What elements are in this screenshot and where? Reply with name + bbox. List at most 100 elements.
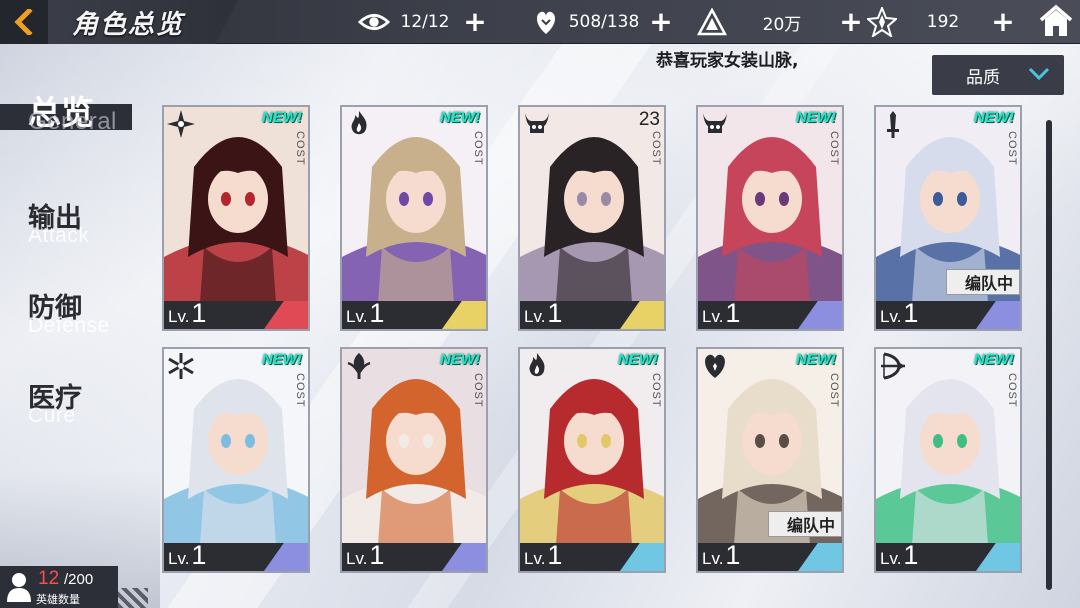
hero-count-current: 12 [38, 568, 60, 589]
add-affection-button[interactable]: + [646, 7, 676, 37]
nav-tab-sublabel: Defense [28, 314, 110, 337]
cost-label: COST [828, 373, 840, 408]
level-prefix: Lv. [168, 307, 190, 326]
level-prefix: Lv. [346, 549, 368, 568]
quality-filter-label: 品质 [966, 67, 1000, 88]
cost-label: COST [472, 373, 484, 408]
cost-label: COST [294, 373, 306, 408]
hero-count-panel: 12 /200 英雄数量 [0, 566, 118, 608]
add-gold-button[interactable]: + [836, 7, 866, 37]
cost-label: COST [472, 131, 484, 166]
new-badge: NEW! [262, 109, 302, 126]
resource-value: 192 [926, 12, 960, 32]
cost-label: COST [650, 373, 662, 408]
new-badge: NEW! [974, 351, 1014, 368]
new-badge: NEW! [618, 351, 658, 368]
new-badge: NEW! [262, 351, 302, 368]
announcement-marquee: 恭喜玩家女装山脉, [656, 51, 799, 71]
new-badge: NEW! [796, 109, 836, 126]
level-value: 1 [547, 298, 563, 328]
level-label: Lv.1 [880, 298, 918, 329]
top-bar: 角色总览 12/12 + 508/138 + 20万 + 192 + [0, 0, 1080, 44]
level-label: Lv.1 [346, 298, 384, 329]
character-card[interactable]: NEW! COST Lv.1 [340, 105, 488, 331]
home-icon [1039, 4, 1073, 36]
level-label: Lv.1 [702, 540, 740, 571]
horned-skull-icon [698, 107, 732, 141]
level-value: 1 [191, 540, 207, 570]
character-card[interactable]: NEW! COST Lv.1 [518, 347, 666, 573]
character-card[interactable]: NEW! COST 编队中 Lv.1 [696, 347, 844, 573]
level-label: Lv.1 [702, 298, 740, 329]
heart-hand-icon [530, 6, 562, 38]
new-badge: NEW! [440, 351, 480, 368]
new-badge: NEW! [974, 109, 1014, 126]
nav-tab-sublabel: General [28, 108, 117, 135]
decorative-checker [118, 588, 148, 608]
character-card[interactable]: NEW! COST Lv.1 [162, 105, 310, 331]
page-title: 角色总览 [72, 10, 185, 40]
leaf-icon [342, 349, 376, 383]
nav-tab-cure[interactable]: 医疗 Cure [0, 376, 150, 432]
character-card[interactable]: NEW! COST Lv.1 [874, 347, 1022, 573]
horned-skull-icon [520, 107, 554, 141]
new-badge: NEW! [440, 109, 480, 126]
in-team-tag: 编队中 [945, 269, 1020, 295]
level-prefix: Lv. [346, 307, 368, 326]
resource-value: 12/12 [400, 12, 450, 32]
level-prefix: Lv. [168, 549, 190, 568]
level-prefix: Lv. [880, 307, 902, 326]
nav-tab-general[interactable]: 总览 General [0, 92, 150, 152]
level-value: 1 [725, 298, 741, 328]
nav-tab-sublabel: Attack [28, 224, 90, 247]
character-card[interactable]: 23 COST Lv.1 [518, 105, 666, 331]
new-badge: NEW! [796, 351, 836, 368]
in-team-tag: 编队中 [767, 511, 842, 537]
resource-affection: 508/138 + [530, 0, 676, 44]
level-label: Lv.1 [524, 540, 562, 571]
character-card[interactable]: NEW! COST Lv.1 [340, 347, 488, 573]
scrollbar-thumb[interactable] [1046, 120, 1052, 590]
level-prefix: Lv. [524, 307, 546, 326]
hero-count-caption: 英雄数量 [36, 593, 80, 606]
resource-stamina: 12/12 + [358, 0, 490, 44]
add-gems-button[interactable]: + [988, 7, 1018, 37]
character-card[interactable]: NEW! COST Lv.1 [162, 347, 310, 573]
cost-value: 23 [638, 109, 660, 130]
flame-icon [520, 349, 554, 383]
level-label: Lv.1 [524, 298, 562, 329]
nav-tab-attack[interactable]: 输出 Attack [0, 196, 150, 252]
cost-label: COST [1006, 373, 1018, 408]
home-button[interactable] [1038, 4, 1074, 40]
resource-gems: 192 + [866, 0, 1018, 44]
cost-label: COST [294, 131, 306, 166]
cost-label: COST [1006, 131, 1018, 166]
level-prefix: Lv. [524, 549, 546, 568]
level-label: Lv.1 [880, 540, 918, 571]
cost-label: COST [650, 131, 662, 166]
resource-gold: 20万 + [696, 0, 866, 44]
resource-value: 20万 [762, 14, 802, 35]
level-value: 1 [547, 540, 563, 570]
character-card[interactable]: NEW! COST Lv.1 [696, 105, 844, 331]
nav-tab-defense[interactable]: 防御 Defense [0, 286, 150, 342]
eye-icon [358, 6, 390, 38]
person-icon [7, 573, 31, 602]
level-label: Lv.1 [168, 298, 206, 329]
cost-label: COST [828, 131, 840, 166]
add-stamina-button[interactable]: + [460, 7, 490, 37]
level-prefix: Lv. [880, 549, 902, 568]
level-value: 1 [725, 540, 741, 570]
nav-tab-sublabel: Cure [28, 404, 76, 427]
back-arrow-icon [14, 9, 33, 35]
level-value: 1 [903, 298, 919, 328]
pyramid-coin-icon [696, 6, 728, 38]
resource-value: 508/138 [568, 12, 640, 32]
back-button[interactable] [0, 0, 48, 44]
character-card[interactable]: NEW! COST 编队中 Lv.1 [874, 105, 1022, 331]
shuriken-icon [164, 107, 198, 141]
chevron-down-icon [1028, 67, 1050, 81]
level-prefix: Lv. [702, 307, 724, 326]
quality-filter-dropdown[interactable]: 品质 [932, 55, 1064, 95]
bow-icon [876, 349, 910, 383]
